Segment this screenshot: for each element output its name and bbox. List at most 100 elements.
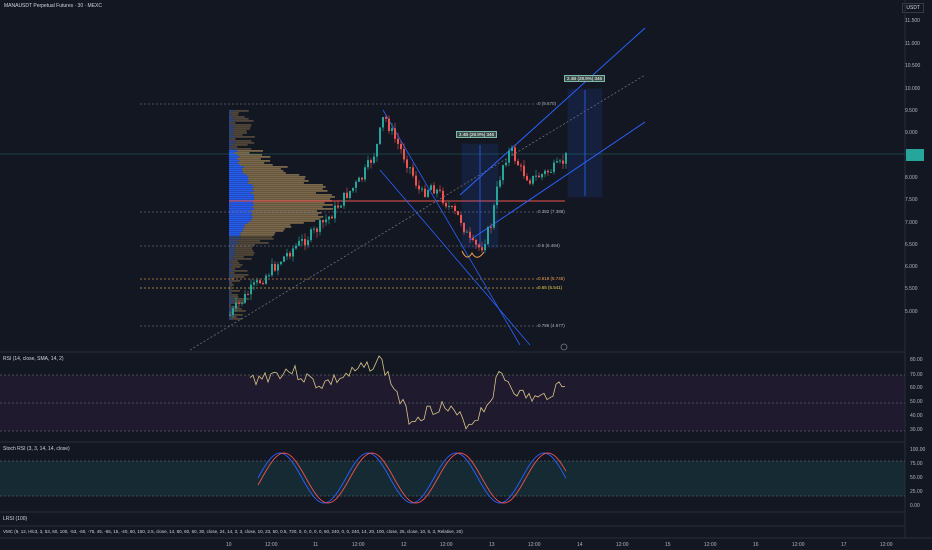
- volume-bar: [229, 204, 254, 206]
- volume-bar: [231, 294, 238, 296]
- volume-bar: [254, 194, 332, 196]
- volume-bar: [231, 296, 238, 298]
- candle-body: [535, 176, 537, 177]
- volume-bar: [229, 210, 251, 212]
- volume-bar: [231, 138, 236, 140]
- volume-bar: [235, 252, 254, 254]
- vmc-pane-title[interactable]: VMC (9, 12, Hlc3, 3, 53, 60, 100, -53, -…: [3, 529, 463, 534]
- chart-canvas[interactable]: [0, 0, 932, 550]
- candle-body: [484, 244, 486, 250]
- volume-bar: [229, 192, 251, 194]
- candle-body: [421, 189, 423, 190]
- volume-bar: [229, 188, 252, 190]
- volume-bar: [229, 318, 232, 320]
- volume-bar: [251, 192, 316, 194]
- rsi-tick: 70.00: [910, 372, 923, 378]
- volume-bar: [239, 242, 269, 244]
- volume-bar: [231, 146, 237, 148]
- stoch-band: [0, 461, 905, 496]
- candle-body: [463, 223, 465, 232]
- fib-label: 0.5 (6.494): [538, 243, 560, 248]
- volume-bar: [229, 266, 232, 268]
- volume-bar: [229, 142, 235, 144]
- volume-bar: [229, 222, 248, 224]
- volume-bar: [233, 130, 246, 132]
- candle-body: [400, 144, 402, 149]
- volume-bar: [229, 224, 244, 226]
- price-tick: 10.000: [905, 86, 920, 92]
- volume-bar: [229, 280, 232, 282]
- candle-body: [283, 256, 285, 261]
- volume-bar: [254, 198, 330, 200]
- candle-body: [436, 190, 438, 194]
- price-tick: 8.000: [905, 175, 918, 181]
- candle-body: [322, 220, 324, 222]
- volume-bar: [229, 296, 231, 298]
- measure-label-left: 2.4B (28.9%) 346: [456, 131, 497, 138]
- volume-bar: [240, 164, 273, 166]
- volume-bar: [235, 258, 252, 260]
- volume-bar: [235, 254, 253, 256]
- volume-bar: [235, 140, 252, 142]
- volume-bar: [229, 140, 235, 142]
- candle-body: [259, 280, 261, 283]
- time-tick: 14: [577, 542, 583, 548]
- time-tick: 10: [226, 542, 232, 548]
- price-tick: 5.000: [905, 309, 918, 315]
- volume-bar: [232, 266, 241, 268]
- volume-bar: [229, 154, 237, 156]
- volume-bar: [229, 272, 230, 274]
- time-tick: 12: [401, 542, 407, 548]
- candle-body: [265, 276, 267, 284]
- volume-bar: [229, 248, 235, 250]
- candle-body: [508, 151, 510, 163]
- candle-body: [304, 239, 306, 245]
- volume-bar: [252, 184, 322, 186]
- volume-bar: [237, 154, 262, 156]
- rsi-pane-title[interactable]: RSI (14, close, SMA, 14, 2): [3, 356, 64, 362]
- volume-bar: [243, 172, 286, 174]
- candle-body: [487, 227, 489, 244]
- candle-body: [232, 308, 234, 315]
- volume-bar: [229, 196, 254, 198]
- time-tick: 12:00: [792, 542, 805, 548]
- volume-bar: [229, 186, 253, 188]
- volume-bar: [229, 174, 247, 176]
- candle-body: [529, 180, 531, 183]
- volume-bar: [229, 128, 234, 130]
- candle-body: [277, 264, 279, 270]
- stoch-pane-title[interactable]: Stoch RSI (3, 3, 14, 14, close): [3, 446, 70, 452]
- candle-body: [556, 161, 558, 162]
- volume-bar: [237, 150, 262, 152]
- candle-body: [394, 128, 396, 139]
- volume-bar: [229, 146, 231, 148]
- candle-body: [505, 163, 507, 166]
- volume-bar: [231, 114, 238, 116]
- candle-body: [496, 187, 498, 206]
- time-tick: 12:00: [880, 542, 893, 548]
- volume-bar: [229, 120, 235, 122]
- volume-bar: [232, 262, 240, 264]
- candle-body: [334, 206, 336, 219]
- time-tick: 12:00: [704, 542, 717, 548]
- candle-body: [268, 275, 270, 276]
- price-tick: 9.500: [905, 108, 918, 114]
- time-tick: 15: [665, 542, 671, 548]
- volume-bar: [229, 156, 239, 158]
- volume-bar: [232, 314, 242, 316]
- candle-body: [328, 217, 330, 220]
- candle-body: [406, 159, 408, 167]
- volume-bar: [248, 176, 305, 178]
- volume-bar: [235, 250, 253, 252]
- volume-bar: [245, 226, 292, 228]
- candle-body: [517, 161, 519, 165]
- volume-bar: [229, 220, 251, 222]
- volume-bar: [229, 124, 235, 126]
- candle-body: [244, 294, 246, 303]
- price-tick: 10.500: [905, 63, 920, 69]
- volume-bar: [229, 240, 237, 242]
- candle-body: [367, 160, 369, 167]
- volume-bar: [229, 216, 253, 218]
- fib-label: 0.786 (4.677): [538, 323, 565, 328]
- lrsi-pane-title[interactable]: LRSI (100): [3, 516, 27, 522]
